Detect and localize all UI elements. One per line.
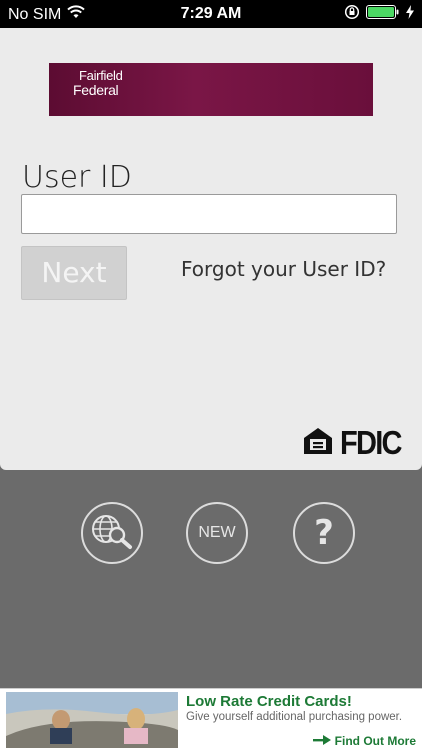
ad-banner[interactable]: Low Rate Credit Cards! Give yourself add… — [0, 688, 422, 751]
logo-line-1: Fairfield — [79, 68, 123, 83]
bank-logo: Fairfield Federal — [71, 68, 123, 98]
equal-housing-lender-icon — [303, 427, 333, 460]
locations-search-button[interactable] — [81, 502, 143, 564]
user-id-input[interactable] — [21, 194, 397, 234]
ad-image — [6, 692, 178, 748]
help-button[interactable]: ? — [293, 502, 355, 564]
arrow-right-icon — [312, 734, 331, 748]
ad-headline: Low Rate Credit Cards! — [186, 693, 352, 710]
ad-subtext: Give yourself additional purchasing powe… — [186, 711, 403, 723]
forgot-user-id-link[interactable]: Forgot your User ID? — [181, 257, 386, 281]
logo-line-2: Federal — [73, 82, 119, 98]
user-id-label: User ID — [22, 160, 132, 195]
status-right — [344, 4, 414, 25]
login-panel: Fairfield Federal User ID Next Forgot yo… — [0, 28, 422, 470]
charging-bolt-icon — [406, 5, 414, 24]
fdic-logo: FDIC — [340, 424, 402, 461]
orientation-lock-icon — [344, 4, 360, 25]
new-account-button[interactable]: NEW — [186, 502, 248, 564]
battery-icon — [366, 5, 400, 24]
ad-cta-label: Find Out More — [334, 734, 416, 748]
bank-logo-banner: Fairfield Federal — [49, 63, 373, 116]
status-bar: No SIM 7:29 AM — [0, 0, 422, 28]
next-button[interactable]: Next — [21, 246, 127, 300]
ad-find-out-more-link[interactable]: Find Out More — [312, 734, 416, 748]
globe-search-icon — [90, 511, 134, 556]
